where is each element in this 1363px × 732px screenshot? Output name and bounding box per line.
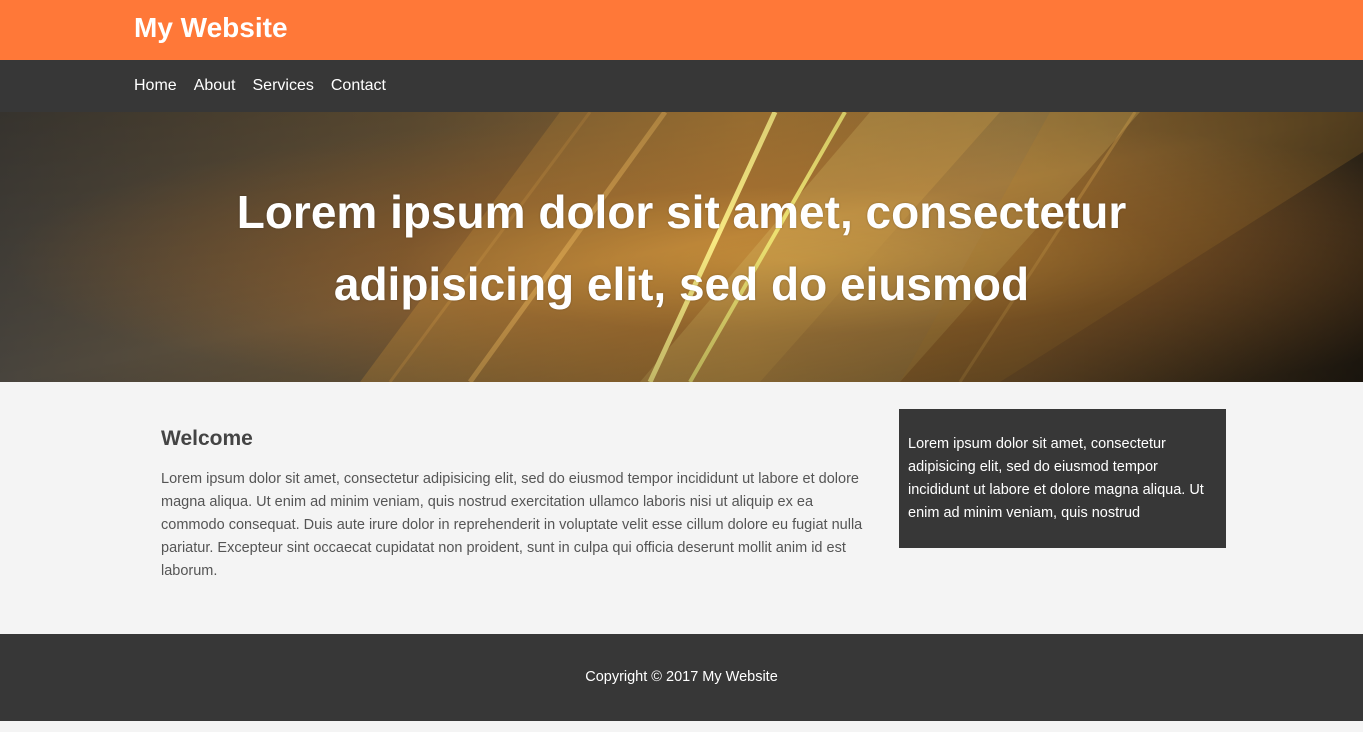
copyright-text: Copyright © 2017 My Website: [585, 669, 778, 685]
site-footer: Copyright © 2017 My Website: [0, 634, 1363, 721]
sidebar-box: Lorem ipsum dolor sit amet, consectetur …: [899, 409, 1226, 548]
nav-item-about: About: [194, 76, 236, 96]
nav-link-about[interactable]: About: [194, 77, 236, 94]
nav-link-services[interactable]: Services: [253, 77, 314, 94]
site-title[interactable]: My Website: [134, 12, 288, 44]
nav-item-services: Services: [253, 76, 314, 96]
main-nav: Home About Services Contact: [0, 60, 1363, 112]
welcome-paragraph: Lorem ipsum dolor sit amet, consectetur …: [161, 471, 863, 579]
hero-title: Lorem ipsum dolor sit amet, consectetur …: [236, 186, 1127, 310]
welcome-heading: Welcome: [161, 427, 253, 450]
nav-link-contact[interactable]: Contact: [331, 77, 386, 94]
hero-banner: Lorem ipsum dolor sit amet, consectetur …: [0, 112, 1363, 382]
site-header: My Website: [0, 0, 1363, 60]
nav-item-contact: Contact: [331, 76, 386, 96]
nav-item-home: Home: [134, 76, 177, 96]
nav-link-home[interactable]: Home: [134, 77, 177, 94]
sidebar-text: Lorem ipsum dolor sit amet, consectetur …: [908, 436, 1204, 521]
nav-list: Home About Services Contact: [134, 76, 386, 96]
